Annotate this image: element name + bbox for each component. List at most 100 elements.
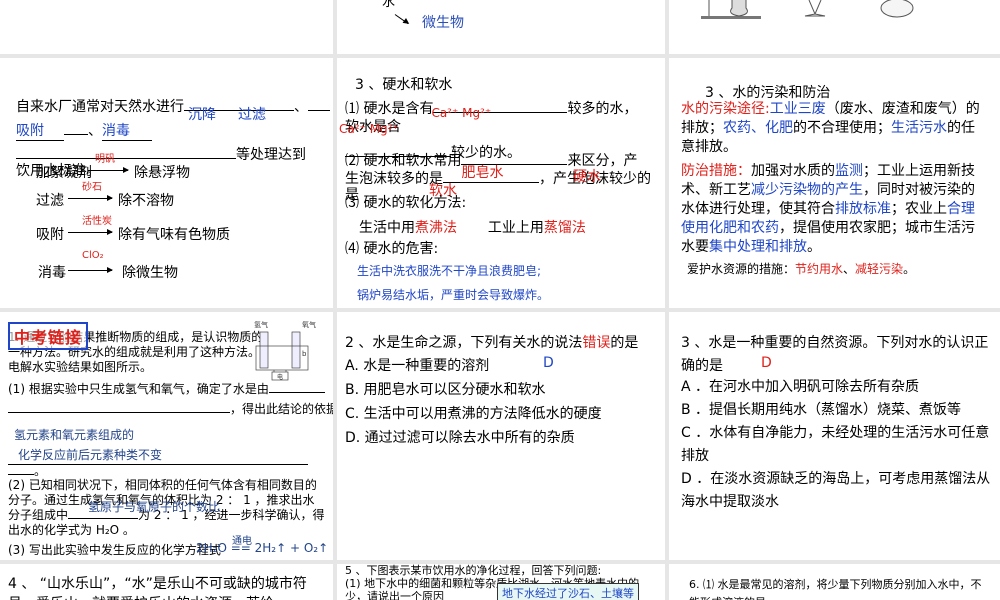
question-5-answer-box: 地下水经过了沙石、土壤等 [497, 583, 639, 600]
question-5-answer: 地下水经过了沙石、土壤等 [502, 587, 634, 600]
q1-blank-end [8, 454, 308, 468]
text-run: 防治措施： [681, 163, 751, 179]
option-c: C. 生活中可以用煮沸的方法降低水的硬度 [345, 406, 602, 422]
figure-label-oxygen: 氧气 [302, 320, 316, 329]
step-arrow [68, 267, 113, 273]
question-6-text: 6. ⑴ 水是最常见的溶剂，将少量下列物质分别加入水中，不能形成溶液的是 [689, 578, 982, 600]
question-3-options: A ．在河水中加入明矾可除去所有杂质 B ．提倡长期用纯水（蒸馏水）烧菜、煮饭等 C… [681, 376, 991, 514]
text-run: 、 [843, 262, 856, 276]
step-reagent: 明矾 [95, 154, 115, 165]
prevention-measures: 防治措施：加强对水质的监测；工业上运用新技术、新工艺减少污染物的产生，同时对被污… [681, 162, 981, 257]
answer-adsorption: 吸附 [16, 120, 64, 141]
text-run: 节约用水 [795, 262, 844, 276]
question-2-stem: 2 、水是生命之源，下列有关水的说法错误的是 [345, 332, 638, 352]
answer-disinfection: 消毒 [102, 120, 152, 141]
q2-answer: 氢原子与氧原子的个数比 [88, 500, 221, 514]
question-5-stem: 5 、下图表示某市饮用水的净化过程，回答下列问题: [345, 564, 602, 577]
pollution-sources: 水的污染途径:工业三废（废水、废渣和废气）的排放；农药、化肥的不合理使用；生活污… [681, 100, 981, 157]
text-run: 集中处理和排放 [709, 239, 807, 255]
arrow [394, 14, 409, 25]
text-run: 农药、化肥 [723, 120, 793, 136]
answer-settling: 沉降 [188, 107, 216, 123]
line-foam: 生泡沫较多的是 软水 ，产生泡沫较少的 硬水 [345, 168, 651, 199]
section-title: 3 、硬水和软水 [355, 77, 453, 93]
option-c: C ．水体有自净能力，未经处理的生活污水可任意排放 [681, 425, 990, 464]
text-run: 减轻污染 [855, 262, 904, 276]
question-3-text: 3 、水是一种重要的自然资源。下列对水的认识正确的是 [681, 335, 989, 374]
step-label: 吸附 [36, 227, 64, 243]
figure-label-b: b [302, 350, 307, 358]
step-result: 除悬浮物 [134, 165, 190, 181]
slide-water-pollution: 3 、水的污染和防治 水的污染途径:工业三废（废水、废渣和废气）的排放；农药、化… [669, 58, 1000, 308]
text-run: 的不合理使用； [793, 120, 891, 136]
option-a: A. 水是一种重要的溶剂 [345, 358, 490, 374]
answer-boiling: 煮沸法 [415, 220, 457, 236]
text-run: 工业三废 [769, 101, 826, 117]
tail-text: 等处理达到 [236, 147, 306, 163]
text-run: 生活污水 [891, 120, 947, 136]
step-result: 除不溶物 [118, 193, 174, 209]
exam-link-label: 中考链接 [14, 328, 83, 347]
slide-question-3: 3 、水是一种重要的自然资源。下列对水的认识正确的是 D A ．在河水中加入明矾… [669, 312, 1000, 560]
q1-basis-text: ，得出此结论的依据是 [230, 402, 333, 416]
softening-title: ⑶ 硬水的软化方法: [345, 195, 467, 211]
question-4-text: 4 、 “山水乐山”，“水”是乐山不可或缺的城市符号，爱乐山，就要爱护乐山的水资… [8, 576, 307, 600]
line-hard-def: ⑴ 硬水是含有 Ca²⁺ Mg²⁺ 较多的水， [345, 98, 638, 120]
step-reagent: ClO₂ [82, 250, 104, 261]
option-a: A ．在河水中加入明矾可除去所有杂质 [681, 379, 920, 395]
slide-microbe: 水 微生物 [337, 0, 665, 54]
industry-text: 工业上用 [487, 220, 544, 236]
q1-part1-text: (1) 根据实验中只生成氢气和氧气，确定了水是由 [8, 382, 269, 396]
slide-exam-link: 1. 通过实验结果推断物质的组成，是认识物质的一种方法。研究水的组成就是利用了这… [0, 312, 333, 560]
text-run: 爱护水资源的措施： [687, 262, 796, 276]
hard-def-tail: 较多的水， [567, 101, 638, 117]
answer-ions-2: Ca²⁺ Mg²⁺ [339, 122, 399, 136]
q1-period: 。 [8, 462, 46, 479]
step-arrow [68, 195, 113, 201]
text-run: 。 [807, 239, 821, 255]
question-2-answer: D [543, 355, 554, 371]
hard-def-text: ⑴ 硬水是含有 [345, 101, 434, 117]
intro-text: 自来水厂通常对天然水进行 [16, 99, 184, 115]
text-run: 减少污染物的产生 [751, 182, 863, 198]
q1-answer-composition: 氢元素和氧元素组成的 [14, 428, 135, 442]
slide-question-2: 2 、水是生命之源，下列有关水的说法错误的是 D A. 水是一种重要的溶剂 B. … [337, 312, 665, 560]
text-run: 。 [903, 262, 916, 276]
harm-1: 生活中洗衣服洗不干净且浪费肥皂; [357, 264, 542, 278]
q1-part1b: ，得出此结论的依据是 [8, 400, 333, 417]
step-arrow [88, 167, 129, 173]
slide-hard-soft-water: 3 、硬水和软水 ⑴ 硬水是含有 Ca²⁺ Mg²⁺ 较多的水， 软水是含 Ca²⁺… [337, 58, 665, 308]
slide-purification-diagram [0, 0, 333, 54]
step-arrow [68, 229, 113, 235]
answer-filtration: 过滤 [238, 107, 266, 123]
q3-equation: 2H₂O == 2H₂↑ + O₂↑ [196, 541, 329, 555]
intro-line: 自来水厂通常对天然水进行 沉降 过滤、 [16, 96, 330, 123]
text-run: 排放标准 [835, 201, 891, 217]
harm-2: 锅炉易结水垢，严重时会导致爆炸。 [357, 288, 550, 302]
slide-question-4: 4 、 “山水乐山”，“水”是乐山不可或缺的城市符号，爱乐山，就要爱护乐山的水资… [0, 564, 333, 600]
text-run: 水的污染途径: [681, 101, 770, 117]
question-2-keyword: 错误 [582, 335, 611, 351]
text-run: 监测 [835, 163, 863, 179]
answer-ions-1: Ca²⁺ Mg²⁺ [431, 106, 492, 120]
option-b: B ．提倡长期用纯水（蒸馏水）烧菜、煮饭等 [681, 402, 962, 418]
intro-line-2: 吸附 、消毒 [16, 120, 152, 141]
text-run: 加强对水质的 [751, 163, 835, 179]
slide-question-5: 5 、下图表示某市饮用水的净化过程，回答下列问题: (1) 地下水中的细菌和颗粒… [337, 564, 665, 600]
step-label: 过滤 [36, 193, 64, 209]
microbe-label: 微生物 [422, 15, 464, 31]
step-label: 消毒 [38, 265, 66, 281]
option-d: D ．在淡水资源缺乏的海岛上，可考虑用蒸馏法从海水中提取淡水 [681, 471, 991, 510]
daily-text: 生活中用 [359, 220, 415, 236]
electrolysis-apparatus-figure: 氢气 氧气 电 b i 13 [254, 320, 316, 381]
lab-apparatus-illustration [701, 0, 914, 19]
step-reagent: 活性炭 [82, 216, 112, 227]
harm-title: ⑷ 硬水的危害: [345, 241, 439, 257]
question-2-text: 2 、水是生命之源，下列有关水的说法 [345, 335, 583, 351]
figure-label-hydrogen: 氢气 [254, 320, 268, 329]
answer-distillation: 蒸馏法 [543, 220, 586, 236]
section-title: 3 、水的污染和防治 [705, 85, 831, 101]
step-reagent: 砂石 [82, 182, 102, 193]
q3-text: (3) 写出此实验中发生反应的化学方程式 [8, 541, 221, 558]
softening-methods: 生活中用煮沸法 工业上用蒸馏法 [359, 217, 586, 237]
